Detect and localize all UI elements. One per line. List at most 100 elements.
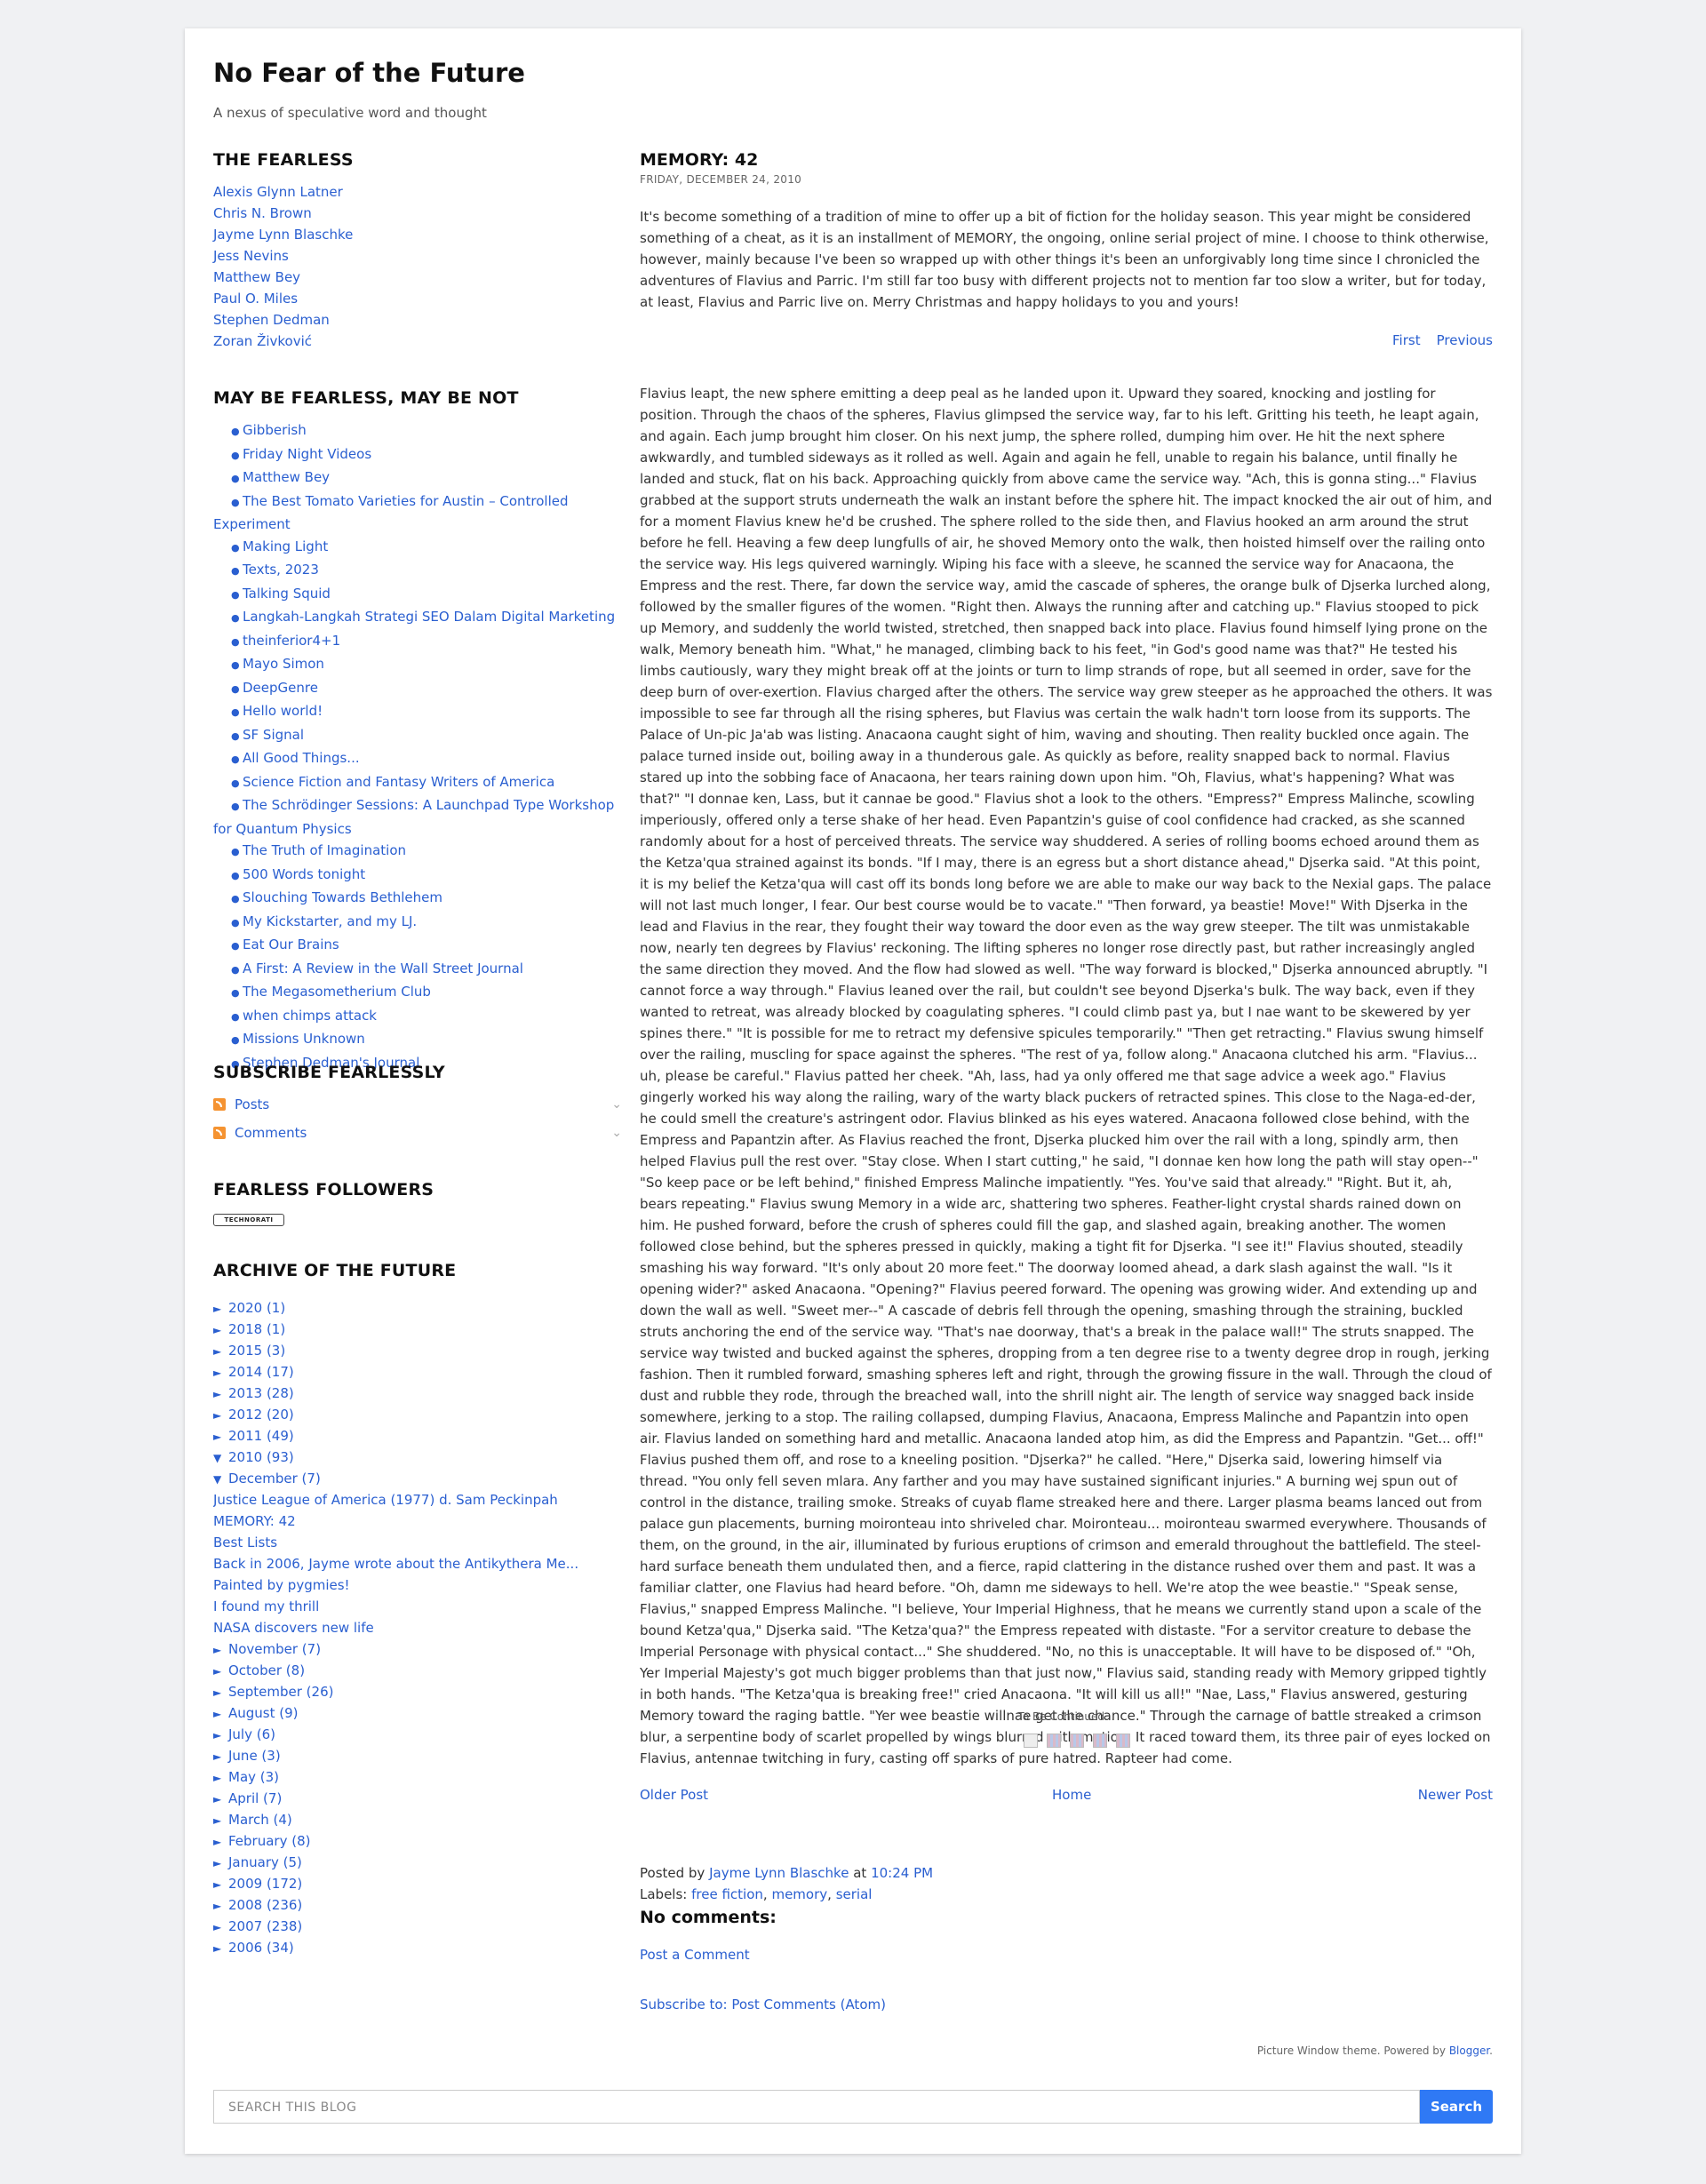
expand-toggle-icon[interactable]: ► xyxy=(213,1895,228,1916)
expand-toggle-icon[interactable]: ► xyxy=(213,1725,228,1745)
expand-toggle-icon[interactable]: ► xyxy=(213,1661,228,1681)
expand-toggle-icon[interactable]: ► xyxy=(213,1405,228,1425)
archive-link[interactable]: 2007 (238) xyxy=(228,1918,302,1934)
blogroll-link[interactable]: The Megasometherium Club xyxy=(243,984,431,1000)
blogroll-link[interactable]: Mayo Simon xyxy=(243,656,324,672)
share-icon[interactable] xyxy=(1116,1734,1130,1748)
blogroll-link[interactable]: Missions Unknown xyxy=(243,1031,365,1047)
label-link[interactable]: memory xyxy=(771,1886,827,1902)
archive-link[interactable]: 2009 (172) xyxy=(228,1876,302,1892)
expand-toggle-icon[interactable]: ► xyxy=(213,1703,228,1724)
archive-link[interactable]: 2006 (34) xyxy=(228,1940,294,1956)
collapse-toggle-icon[interactable]: ▼ xyxy=(213,1447,228,1468)
blogroll-link[interactable]: The Schrödinger Sessions: A Launchpad Ty… xyxy=(213,797,614,837)
blogroll-link[interactable]: Friday Night Videos xyxy=(243,446,371,462)
subscribe-comments-row[interactable]: Comments ⌄ xyxy=(213,1122,622,1144)
blogroll-link[interactable]: My Kickstarter, and my LJ. xyxy=(243,913,417,929)
blogroll-link[interactable]: Gibberish xyxy=(243,422,307,438)
post-time-link[interactable]: 10:24 PM xyxy=(871,1865,933,1881)
expand-toggle-icon[interactable]: ► xyxy=(213,1319,228,1340)
broken-image-icon[interactable] xyxy=(1024,1734,1038,1748)
search-button[interactable]: Search xyxy=(1420,2090,1493,2124)
archive-link[interactable]: MEMORY: 42 xyxy=(213,1513,296,1529)
blogroll-link[interactable]: A First: A Review in the Wall Street Jou… xyxy=(243,960,523,976)
chevron-down-icon[interactable]: ⌄ xyxy=(611,1094,622,1115)
label-link[interactable]: free fiction xyxy=(691,1886,763,1902)
post-comments-atom-link[interactable]: Post Comments (Atom) xyxy=(731,1997,886,2013)
post-title[interactable]: MEMORY: 42 xyxy=(640,150,758,170)
share-icon[interactable] xyxy=(1047,1734,1061,1748)
older-post-link[interactable]: Older Post xyxy=(640,1787,708,1803)
archive-link[interactable]: October (8) xyxy=(228,1662,305,1678)
expand-toggle-icon[interactable]: ► xyxy=(213,1746,228,1766)
archive-link[interactable]: Back in 2006, Jayme wrote about the Anti… xyxy=(213,1556,578,1572)
expand-toggle-icon[interactable]: ► xyxy=(213,1426,228,1447)
fearless-author-link[interactable]: Jayme Lynn Blaschke xyxy=(213,227,353,243)
blogroll-link[interactable]: Texts, 2023 xyxy=(243,562,319,578)
expand-toggle-icon[interactable]: ► xyxy=(213,1917,228,1937)
blogroll-link[interactable]: theinferior4+1 xyxy=(243,633,340,649)
blogroll-link[interactable]: Matthew Bey xyxy=(243,469,330,485)
blogroll-link[interactable]: Langkah-Langkah Strategi SEO Dalam Digit… xyxy=(243,609,615,625)
archive-link[interactable]: August (9) xyxy=(228,1705,299,1721)
fearless-author-link[interactable]: Paul O. Miles xyxy=(213,291,298,307)
home-link[interactable]: Home xyxy=(1052,1787,1091,1803)
chevron-down-icon[interactable]: ⌄ xyxy=(611,1122,622,1144)
archive-link[interactable]: Painted by pygmies! xyxy=(213,1577,350,1593)
expand-toggle-icon[interactable]: ► xyxy=(213,1874,228,1894)
expand-toggle-icon[interactable]: ► xyxy=(213,1341,228,1361)
search-input[interactable]: SEARCH THIS BLOG xyxy=(213,2090,1420,2124)
archive-link[interactable]: I found my thrill xyxy=(213,1598,319,1614)
archive-link[interactable]: January (5) xyxy=(228,1854,302,1870)
blogroll-link[interactable]: 500 Words tonight xyxy=(243,866,365,882)
archive-link[interactable]: April (7) xyxy=(228,1790,282,1806)
blogger-link[interactable]: Blogger xyxy=(1449,2045,1489,2057)
fearless-author-link[interactable]: Matthew Bey xyxy=(213,269,300,285)
archive-link[interactable]: 2014 (17) xyxy=(228,1364,294,1380)
archive-link[interactable]: December (7) xyxy=(228,1471,321,1487)
blogroll-link[interactable]: when chimps attack xyxy=(243,1008,377,1024)
expand-toggle-icon[interactable]: ► xyxy=(213,1298,228,1319)
blogroll-link[interactable]: Slouching Towards Bethlehem xyxy=(243,889,442,905)
expand-toggle-icon[interactable]: ► xyxy=(213,1383,228,1404)
blogroll-link[interactable]: DeepGenre xyxy=(243,680,318,696)
fearless-author-link[interactable]: Zoran Živković xyxy=(213,333,312,349)
blogroll-link[interactable]: All Good Things... xyxy=(243,750,360,766)
blogroll-link[interactable]: SF Signal xyxy=(243,727,304,743)
expand-toggle-icon[interactable]: ► xyxy=(213,1853,228,1873)
archive-link[interactable]: 2012 (20) xyxy=(228,1407,294,1423)
expand-toggle-icon[interactable]: ► xyxy=(213,1682,228,1702)
blogroll-link[interactable]: Hello world! xyxy=(243,703,323,719)
subscribe-posts-link[interactable]: Posts xyxy=(235,1096,269,1112)
blogroll-link[interactable]: Eat Our Brains xyxy=(243,937,339,953)
expand-toggle-icon[interactable]: ► xyxy=(213,1789,228,1809)
archive-link[interactable]: Justice League of America (1977) d. Sam … xyxy=(213,1492,558,1508)
subscribe-comments-link[interactable]: Comments xyxy=(235,1125,307,1141)
archive-link[interactable]: 2015 (3) xyxy=(228,1343,285,1359)
share-icon[interactable] xyxy=(1070,1734,1084,1748)
archive-link[interactable]: May (3) xyxy=(228,1769,279,1785)
subscribe-posts-row[interactable]: Posts ⌄ xyxy=(213,1094,622,1115)
expand-toggle-icon[interactable]: ► xyxy=(213,1810,228,1830)
archive-link[interactable]: November (7) xyxy=(228,1641,321,1657)
technorati-badge[interactable]: TECHNORATI xyxy=(213,1214,284,1226)
previous-link[interactable]: Previous xyxy=(1437,332,1493,348)
first-link[interactable]: First xyxy=(1392,332,1421,348)
label-link[interactable]: serial xyxy=(836,1886,873,1902)
archive-link[interactable]: NASA discovers new life xyxy=(213,1620,374,1636)
archive-link[interactable]: February (8) xyxy=(228,1833,310,1849)
fearless-author-link[interactable]: Alexis Glynn Latner xyxy=(213,184,343,200)
expand-toggle-icon[interactable]: ► xyxy=(213,1639,228,1660)
post-comment-link[interactable]: Post a Comment xyxy=(640,1947,750,1963)
fearless-author-link[interactable]: Stephen Dedman xyxy=(213,312,330,328)
expand-toggle-icon[interactable]: ► xyxy=(213,1831,228,1852)
archive-link[interactable]: 2013 (28) xyxy=(228,1385,294,1401)
archive-link[interactable]: 2010 (93) xyxy=(228,1449,294,1465)
archive-link[interactable]: 2008 (236) xyxy=(228,1897,302,1913)
subscribe-prefix[interactable]: Subscribe to: xyxy=(640,1997,728,2013)
expand-toggle-icon[interactable]: ► xyxy=(213,1767,228,1788)
blogroll-link[interactable]: Science Fiction and Fantasy Writers of A… xyxy=(243,774,554,790)
archive-link[interactable]: March (4) xyxy=(228,1812,292,1828)
blogroll-link[interactable]: The Truth of Imagination xyxy=(243,842,406,858)
expand-toggle-icon[interactable]: ► xyxy=(213,1362,228,1383)
